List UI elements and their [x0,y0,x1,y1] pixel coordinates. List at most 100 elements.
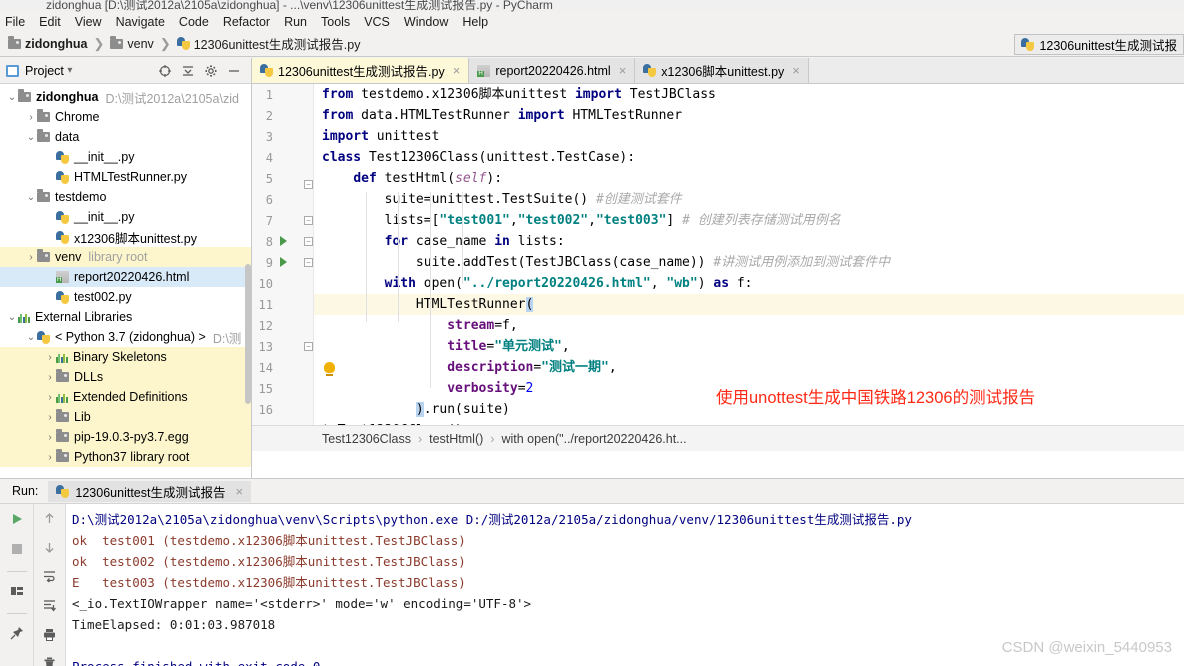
chevron-right-icon[interactable]: › [44,352,56,363]
hide-panel-icon[interactable] [227,64,241,78]
tree-item-testdemo[interactable]: ⌄ testdemo [0,187,251,207]
tree-item-data[interactable]: ⌄ data [0,127,251,147]
tree-item-x12306-unittest-py[interactable]: x12306脚本unittest.py [0,227,251,247]
tree-item-venv[interactable]: › venv library root [0,247,251,267]
pin-icon[interactable] [9,625,25,644]
chevron-right-icon[interactable]: › [25,252,37,263]
tree-item--init-py[interactable]: __init__.py [0,207,251,227]
menu-bar[interactable]: File Edit View Navigate Code Refactor Run Tools… [0,12,1184,31]
editor-tab-3[interactable]: x12306脚本unittest.py × [635,58,809,83]
code-line-5[interactable]: def testHtml(self): [314,168,1184,189]
chevron-down-icon[interactable]: ⌄ [25,332,37,343]
chevron-right-icon[interactable]: › [44,392,56,403]
tree-item-binary-skeletons[interactable]: › Binary Skeletons [0,347,251,367]
chevron-right-icon[interactable]: › [44,452,56,463]
down-arrow-icon[interactable] [42,540,57,558]
collapse-all-icon[interactable] [181,64,195,78]
close-icon[interactable]: × [235,484,243,499]
chevron-down-icon[interactable]: ⌄ [6,92,18,103]
fold-marker-icon[interactable]: − [304,237,313,246]
trash-icon[interactable] [42,656,57,666]
fold-marker-icon[interactable]: − [304,180,313,189]
tree-item-dlls[interactable]: › DLLs [0,367,251,387]
up-arrow-icon[interactable] [42,511,57,529]
scroll-to-end-icon[interactable] [42,598,57,616]
chevron-down-icon[interactable]: ⌄ [25,132,37,143]
tree-item-python37-library-root[interactable]: › Python37 library root [0,447,251,467]
tree-item-lib[interactable]: › Lib [0,407,251,427]
project-tree-scrollbar[interactable] [245,264,251,404]
run-toolbar-primary[interactable] [0,504,34,666]
tree-item-htmltestrunner-py[interactable]: HTMLTestRunner.py [0,167,251,187]
code-line-6[interactable]: suite=unittest.TestSuite() #创建测试套件 [314,189,1184,210]
chevron-down-icon[interactable]: ⌄ [6,312,18,323]
close-icon[interactable]: × [619,63,627,78]
code-line-7[interactable]: lists=["test001","test002","test003"] # … [314,210,1184,231]
soft-wrap-icon[interactable] [42,569,57,587]
chevron-right-icon[interactable]: › [44,372,56,383]
run-class-icon[interactable] [280,236,287,246]
menu-item-navigate[interactable]: Navigate [109,14,172,30]
code-line-1[interactable]: from testdemo.x12306脚本unittest import Te… [314,84,1184,105]
menu-item-window[interactable]: Window [397,14,455,30]
menu-item-vcs[interactable]: VCS [357,14,397,30]
editor-breadcrumb-item-2[interactable]: testHtml() [429,432,483,446]
chevron-right-icon[interactable]: › [25,112,37,123]
breadcrumb-item-2[interactable]: venv [110,35,154,51]
fold-marker-icon[interactable]: − [304,342,313,351]
chevron-down-icon[interactable]: ⌄ [25,192,37,203]
tree-item--python-3-7-zidonghua-[interactable]: ⌄ < Python 3.7 (zidonghua) > D:\测 [0,327,251,347]
settings-gear-icon[interactable] [204,64,218,78]
run-icon[interactable] [9,511,25,530]
tree-item-pip-19-0-3-py3-7-egg[interactable]: › pip-19.0.3-py3.7.egg [0,427,251,447]
breadcrumb-item-1[interactable]: zidonghua [8,35,88,51]
code-line-10[interactable]: with open("../report20220426.html", "wb"… [314,273,1184,294]
code-line-12[interactable]: stream=f, [314,315,1184,336]
code-editor[interactable]: 12345678910111213141516171819 − − − − − … [252,84,1184,451]
restore-layout-icon[interactable] [9,583,25,602]
tree-item-report20220426-html[interactable]: report20220426.html [0,267,251,287]
code-line-3[interactable]: import unittest [314,126,1184,147]
stop-icon[interactable] [9,541,25,560]
project-tree[interactable]: ⌄ zidonghua D:\测试2012a\2105a\zid › Chrome ⌄ da… [0,84,251,476]
chevron-down-icon[interactable]: ▾ [64,65,76,76]
breadcrumb[interactable]: zidonghua ❯ venv ❯ 12306unittest生成测试报告.py [8,34,360,53]
menu-item-refactor[interactable]: Refactor [216,14,277,30]
close-icon[interactable]: × [453,63,461,78]
editor-breadcrumb[interactable]: Test12306Class › testHtml() › with open("../… [252,425,1184,451]
close-icon[interactable]: × [792,63,800,78]
code-line-13[interactable]: title="单元测试", [314,336,1184,357]
code-line-4[interactable]: class Test12306Class(unittest.TestCase): [314,147,1184,168]
fold-marker-icon[interactable]: − [304,216,313,225]
editor-gutter[interactable]: 12345678910111213141516171819 [252,84,314,451]
editor-tab-1[interactable]: 12306unittest生成测试报告.py × [252,58,470,83]
run-configuration-selector[interactable]: 12306unittest生成测试报 [1014,33,1184,55]
tree-item-zidonghua[interactable]: ⌄ zidonghua D:\测试2012a\2105a\zid [0,87,251,107]
code-line-2[interactable]: from data.HTMLTestRunner import HTMLTest… [314,105,1184,126]
run-method-icon[interactable] [280,257,287,267]
menu-item-edit[interactable]: Edit [32,14,68,30]
tree-item-chrome[interactable]: › Chrome [0,107,251,127]
print-icon[interactable] [42,627,57,645]
target-icon[interactable] [158,64,172,78]
chevron-right-icon[interactable]: › [44,412,56,423]
tree-item-external-libraries[interactable]: ⌄ External Libraries [0,307,251,327]
menu-item-code[interactable]: Code [172,14,216,30]
fold-marker-icon[interactable]: − [304,258,313,267]
editor-tab-bar[interactable]: 12306unittest生成测试报告.py×report20220426.ht… [252,58,1184,84]
tree-item-extended-definitions[interactable]: › Extended Definitions [0,387,251,407]
menu-item-tools[interactable]: Tools [314,14,357,30]
code-line-14[interactable]: description="测试一期", [314,357,1184,378]
code-line-8[interactable]: for case_name in lists: [314,231,1184,252]
chevron-right-icon[interactable]: › [44,432,56,443]
breadcrumb-item-3[interactable]: 12306unittest生成测试报告.py [176,34,360,53]
code-line-9[interactable]: suite.addTest(TestJBClass(case_name)) #讲… [314,252,1184,273]
tree-item--init-py[interactable]: __init__.py [0,147,251,167]
menu-item-help[interactable]: Help [455,14,495,30]
code-line-11[interactable]: HTMLTestRunner( [314,294,1184,315]
editor-breadcrumb-item-3[interactable]: with open("../report20220426.ht... [501,432,686,446]
run-tab[interactable]: 12306unittest生成测试报告 × [48,480,252,502]
run-toolbar-secondary[interactable] [34,504,66,666]
menu-item-view[interactable]: View [68,14,109,30]
tree-item-test002-py[interactable]: test002.py [0,287,251,307]
